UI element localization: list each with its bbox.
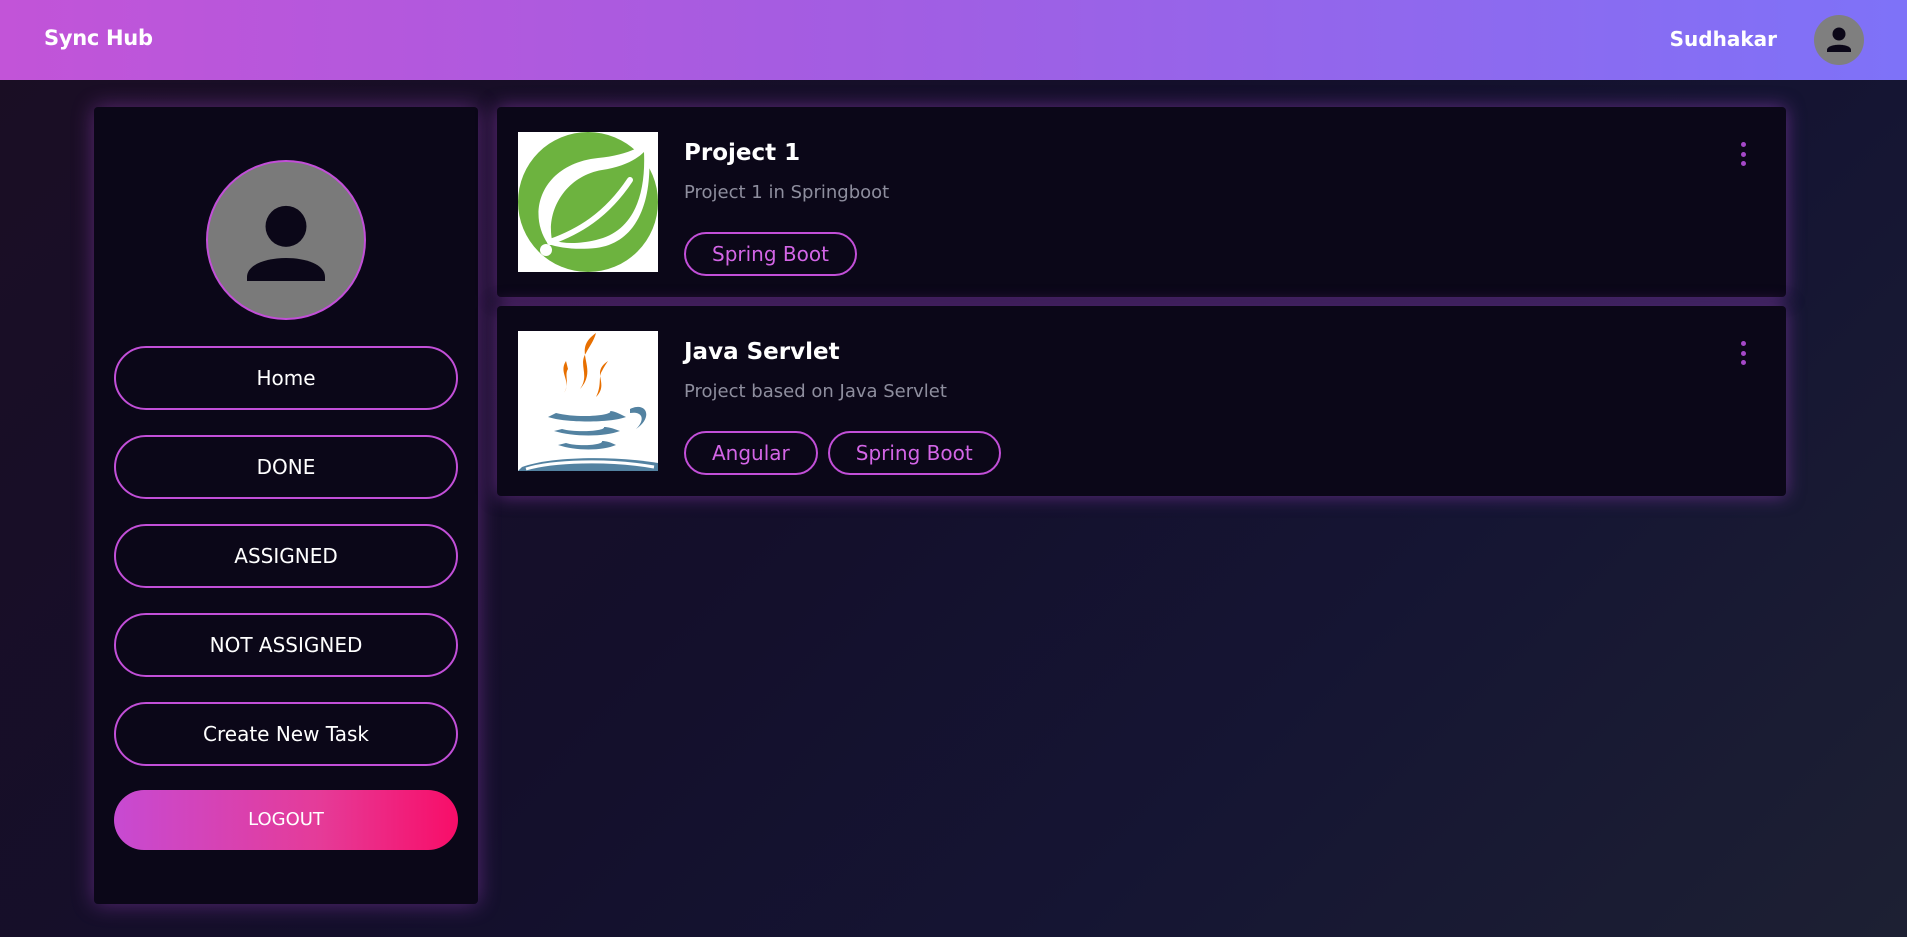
project-title[interactable]: Java Servlet: [684, 339, 840, 365]
user-avatar-icon[interactable]: [1814, 15, 1864, 65]
nav-assigned-button[interactable]: ASSIGNED: [114, 524, 458, 588]
spring-boot-logo: [518, 132, 658, 272]
tag-badge: Angular: [684, 431, 818, 475]
brand-title[interactable]: Sync Hub: [44, 26, 153, 50]
create-new-task-button[interactable]: Create New Task: [114, 702, 458, 766]
project-description: Project based on Java Servlet: [684, 381, 947, 402]
tag-list: Angular Spring Boot: [684, 431, 1001, 475]
top-navbar: Sync Hub Sudhakar: [0, 0, 1907, 80]
project-card[interactable]: Java Servlet Project based on Java Servl…: [497, 306, 1786, 496]
project-title[interactable]: Project 1: [684, 140, 800, 166]
tag-badge: Spring Boot: [684, 232, 857, 276]
java-logo: [518, 331, 658, 471]
nav-done-button[interactable]: DONE: [114, 435, 458, 499]
logout-button[interactable]: LOGOUT: [114, 790, 458, 850]
tag-list: Spring Boot: [684, 232, 857, 276]
sidebar: Home DONE ASSIGNED NOT ASSIGNED Create N…: [94, 107, 478, 904]
more-vertical-icon[interactable]: [1738, 142, 1748, 166]
nav-not-assigned-button[interactable]: NOT ASSIGNED: [114, 613, 458, 677]
profile-avatar-icon: [206, 160, 366, 320]
project-card[interactable]: Project 1 Project 1 in Springboot Spring…: [497, 107, 1786, 297]
more-vertical-icon[interactable]: [1738, 341, 1748, 365]
username-label: Sudhakar: [1669, 27, 1777, 51]
tag-badge: Spring Boot: [827, 431, 1001, 475]
project-description: Project 1 in Springboot: [684, 182, 890, 203]
nav-home-button[interactable]: Home: [114, 346, 458, 410]
